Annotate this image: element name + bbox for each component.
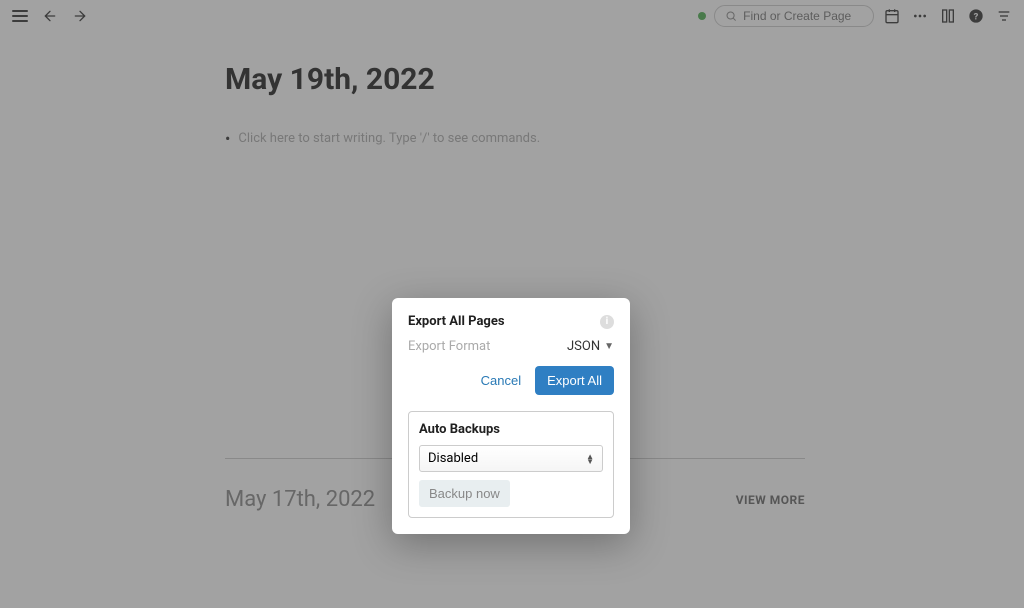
backup-select[interactable]: Disabled ▲▼ <box>419 445 603 472</box>
backup-select-value: Disabled <box>428 451 478 466</box>
dialog-header: Export All Pages i <box>408 314 614 329</box>
export-all-button[interactable]: Export All <box>535 366 614 395</box>
backup-section: Auto Backups Disabled ▲▼ Backup now <box>408 411 614 518</box>
format-select[interactable]: JSON ▼ <box>567 339 614 354</box>
cancel-button[interactable]: Cancel <box>477 366 525 395</box>
format-row: Export Format JSON ▼ <box>408 339 614 354</box>
backup-title: Auto Backups <box>419 422 603 437</box>
select-arrows-icon: ▲▼ <box>586 454 594 464</box>
backup-now-button[interactable]: Backup now <box>419 480 510 507</box>
modal-overlay[interactable]: Export All Pages i Export Format JSON ▼ … <box>0 0 1024 608</box>
info-icon[interactable]: i <box>600 315 614 329</box>
export-dialog: Export All Pages i Export Format JSON ▼ … <box>392 298 630 534</box>
dialog-title: Export All Pages <box>408 314 505 329</box>
dialog-actions: Cancel Export All <box>408 366 614 395</box>
format-label: Export Format <box>408 339 490 354</box>
chevron-down-icon: ▼ <box>604 341 614 352</box>
format-value-text: JSON <box>567 339 600 354</box>
